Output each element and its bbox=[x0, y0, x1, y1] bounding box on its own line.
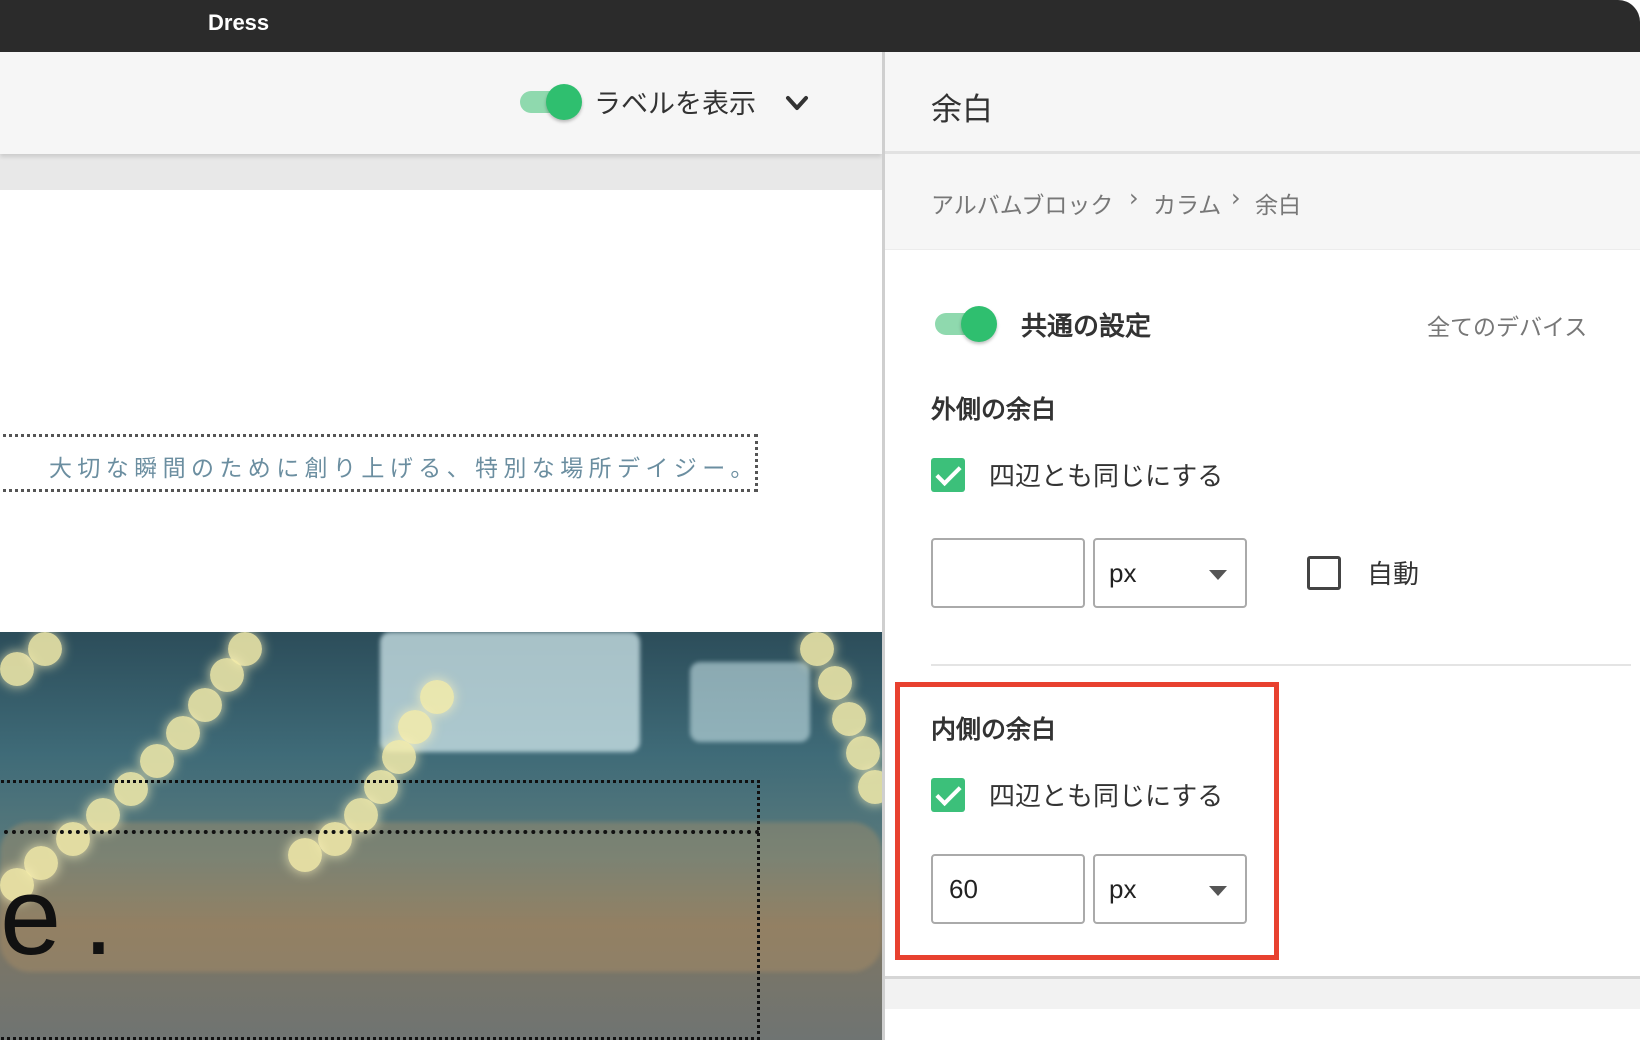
show-labels-label: ラベルを表示 bbox=[594, 89, 756, 120]
settings-panel: 余白 アルバムブロック › カラム › 余白 共通の設定 全てのデバイス 外側の… bbox=[885, 52, 1640, 1040]
bokeh-light bbox=[28, 632, 62, 666]
title-bar: Dress bbox=[0, 0, 1640, 52]
toggle-knob bbox=[546, 84, 582, 120]
section-divider bbox=[931, 664, 1631, 666]
outer-same-sides-checkbox[interactable] bbox=[931, 458, 965, 492]
bokeh-light bbox=[210, 658, 244, 692]
breadcrumb-separator: › bbox=[1231, 184, 1241, 212]
caret-down-icon bbox=[1209, 570, 1227, 580]
panel-bottom-band bbox=[885, 979, 1640, 1009]
preview-band bbox=[0, 154, 882, 190]
breadcrumb-item-album-block[interactable]: アルバムブロック bbox=[931, 186, 1113, 220]
breadcrumb-item-column[interactable]: カラム bbox=[1153, 186, 1221, 220]
bokeh-light bbox=[818, 666, 852, 700]
caption-block[interactable]: 大切な瞬間のために創り上げる、特別な場所デイジー。 bbox=[0, 434, 758, 492]
bokeh-light bbox=[800, 632, 834, 666]
preview-pane: ラベルを表示 大切な瞬間のために創り上げる、特別な場所デイジー。 e. bbox=[0, 52, 882, 1040]
outer-margin-input[interactable] bbox=[931, 538, 1085, 608]
highlight-box bbox=[895, 682, 1279, 960]
bokeh-light bbox=[858, 770, 882, 804]
outer-unit-value: px bbox=[1109, 558, 1137, 588]
auto-checkbox[interactable] bbox=[1307, 556, 1341, 590]
outer-margin-title: 外側の余白 bbox=[931, 395, 1057, 424]
panel-header: 余白 bbox=[885, 52, 1640, 154]
bokeh-light bbox=[188, 688, 222, 722]
common-settings-label: 共通の設定 bbox=[1021, 312, 1152, 342]
bokeh-light bbox=[832, 702, 866, 736]
bokeh-light bbox=[398, 710, 432, 744]
breadcrumb-item-margin: 余白 bbox=[1255, 193, 1301, 219]
bokeh-light bbox=[166, 716, 200, 750]
preview-canvas: 大切な瞬間のために創り上げる、特別な場所デイジー。 bbox=[0, 190, 882, 686]
light-window bbox=[690, 662, 810, 742]
bokeh-light bbox=[0, 652, 34, 686]
chevron-down-icon[interactable] bbox=[782, 90, 812, 116]
common-settings-toggle[interactable] bbox=[931, 306, 997, 342]
bokeh-light bbox=[846, 736, 880, 770]
bokeh-light bbox=[420, 680, 454, 714]
caption-text: 大切な瞬間のために創り上げる、特別な場所デイジー。 bbox=[49, 456, 759, 482]
panel-title: 余白 bbox=[931, 92, 993, 128]
device-scope-label[interactable]: 全てのデバイス bbox=[1427, 308, 1587, 342]
app-title: Dress bbox=[208, 10, 270, 35]
breadcrumb-separator: › bbox=[1129, 184, 1139, 212]
bokeh-light bbox=[140, 744, 174, 778]
heading-fragment: e. bbox=[0, 855, 136, 978]
bokeh-light bbox=[382, 740, 416, 774]
outer-unit-select[interactable]: px bbox=[1093, 538, 1247, 608]
breadcrumb: アルバムブロック › カラム › 余白 bbox=[885, 154, 1640, 250]
auto-label: 自動 bbox=[1367, 560, 1420, 590]
show-labels-toggle[interactable] bbox=[516, 84, 582, 120]
toggle-knob bbox=[961, 306, 997, 342]
preview-toolbar: ラベルを表示 bbox=[0, 52, 882, 154]
outer-same-sides-label: 四辺とも同じにする bbox=[989, 462, 1224, 492]
